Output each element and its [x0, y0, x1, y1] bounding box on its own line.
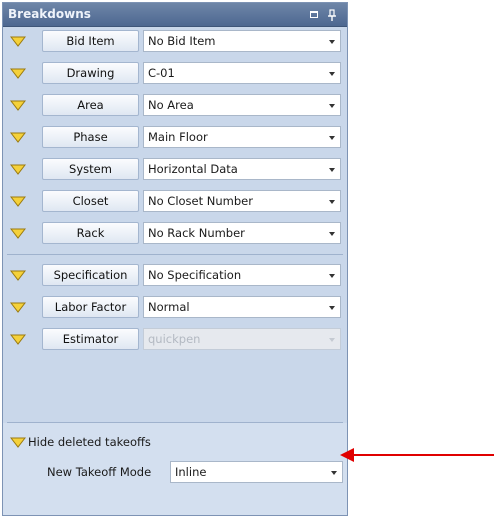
- chevron-down-icon: [331, 471, 337, 475]
- collapse-triangle-icon[interactable]: [10, 437, 26, 448]
- area-dropdown[interactable]: No Area: [143, 94, 341, 116]
- collapse-triangle-icon[interactable]: [10, 68, 26, 79]
- group-divider: [7, 254, 343, 255]
- new-takeoff-mode-row: New Takeoff Mode Inline: [3, 459, 347, 485]
- labor-factor-dropdown[interactable]: Normal: [143, 296, 341, 318]
- estimator-value: quickpen: [148, 332, 201, 346]
- specification-dropdown[interactable]: No Specification: [143, 264, 341, 286]
- phase-button[interactable]: Phase: [42, 126, 139, 148]
- collapse-triangle-icon[interactable]: [10, 196, 26, 207]
- panel-title-bar: Breakdowns: [3, 3, 347, 27]
- hide-deleted-row[interactable]: Hide deleted takeoffs: [3, 433, 347, 453]
- chevron-down-icon: [329, 232, 335, 236]
- closet-value: No Closet Number: [148, 194, 253, 208]
- chevron-down-icon: [329, 104, 335, 108]
- bid-item-dropdown[interactable]: No Bid Item: [143, 30, 341, 52]
- chevron-down-icon: [329, 200, 335, 204]
- collapse-triangle-icon[interactable]: [10, 164, 26, 175]
- phase-value: Main Floor: [148, 130, 208, 144]
- estimator-dropdown: quickpen: [143, 328, 341, 350]
- closet-button[interactable]: Closet: [42, 190, 139, 212]
- drawing-button[interactable]: Drawing: [42, 62, 139, 84]
- breakdown-row-closet: Closet No Closet Number: [3, 189, 347, 213]
- annotation-arrow-icon: [340, 448, 494, 462]
- estimator-button[interactable]: Estimator: [42, 328, 139, 350]
- breakdown-row-specification: Specification No Specification: [3, 263, 347, 287]
- hide-deleted-label[interactable]: Hide deleted takeoffs: [28, 435, 151, 449]
- rack-value: No Rack Number: [148, 226, 245, 240]
- collapse-triangle-icon[interactable]: [10, 302, 26, 313]
- chevron-down-icon: [329, 168, 335, 172]
- phase-dropdown[interactable]: Main Floor: [143, 126, 341, 148]
- new-takeoff-mode-value: Inline: [175, 465, 207, 479]
- collapse-triangle-icon[interactable]: [10, 334, 26, 345]
- system-button[interactable]: System: [42, 158, 139, 180]
- breakdown-row-area: Area No Area: [3, 93, 347, 117]
- collapse-triangle-icon[interactable]: [10, 36, 26, 47]
- drawing-dropdown[interactable]: C-01: [143, 62, 341, 84]
- collapse-triangle-icon[interactable]: [10, 228, 26, 239]
- bid-item-button[interactable]: Bid Item: [42, 30, 139, 52]
- area-button[interactable]: Area: [42, 94, 139, 116]
- bid-item-value: No Bid Item: [148, 34, 216, 48]
- breakdown-row-system: System Horizontal Data: [3, 157, 347, 181]
- new-takeoff-mode-dropdown[interactable]: Inline: [170, 461, 343, 483]
- rack-button[interactable]: Rack: [42, 222, 139, 244]
- restore-icon[interactable]: [307, 8, 321, 22]
- panel-title: Breakdowns: [8, 7, 91, 21]
- breakdown-row-bid-item: Bid Item No Bid Item: [3, 29, 347, 53]
- breakdown-row-drawing: Drawing C-01: [3, 61, 347, 85]
- collapse-triangle-icon[interactable]: [10, 100, 26, 111]
- chevron-down-icon: [329, 136, 335, 140]
- collapse-triangle-icon[interactable]: [10, 132, 26, 143]
- breakdown-row-estimator: Estimator quickpen: [3, 327, 347, 351]
- system-value: Horizontal Data: [148, 162, 238, 176]
- chevron-down-icon: [329, 274, 335, 278]
- labor-factor-value: Normal: [148, 300, 190, 314]
- breakdown-row-labor-factor: Labor Factor Normal: [3, 295, 347, 319]
- chevron-down-icon: [329, 40, 335, 44]
- area-value: No Area: [148, 98, 194, 112]
- system-dropdown[interactable]: Horizontal Data: [143, 158, 341, 180]
- rack-dropdown[interactable]: No Rack Number: [143, 222, 341, 244]
- new-takeoff-mode-label: New Takeoff Mode: [47, 465, 152, 479]
- chevron-down-icon: [329, 72, 335, 76]
- collapse-triangle-icon[interactable]: [10, 270, 26, 281]
- breakdown-row-phase: Phase Main Floor: [3, 125, 347, 149]
- pin-icon[interactable]: [325, 8, 339, 22]
- breakdown-row-rack: Rack No Rack Number: [3, 221, 347, 245]
- specification-button[interactable]: Specification: [42, 264, 139, 286]
- breakdowns-panel: Breakdowns Bid Item No Bid Item Drawing …: [2, 2, 348, 516]
- specification-value: No Specification: [148, 268, 242, 282]
- closet-dropdown[interactable]: No Closet Number: [143, 190, 341, 212]
- labor-factor-button[interactable]: Labor Factor: [42, 296, 139, 318]
- drawing-value: C-01: [148, 66, 175, 80]
- chevron-down-icon: [329, 338, 335, 342]
- chevron-down-icon: [329, 306, 335, 310]
